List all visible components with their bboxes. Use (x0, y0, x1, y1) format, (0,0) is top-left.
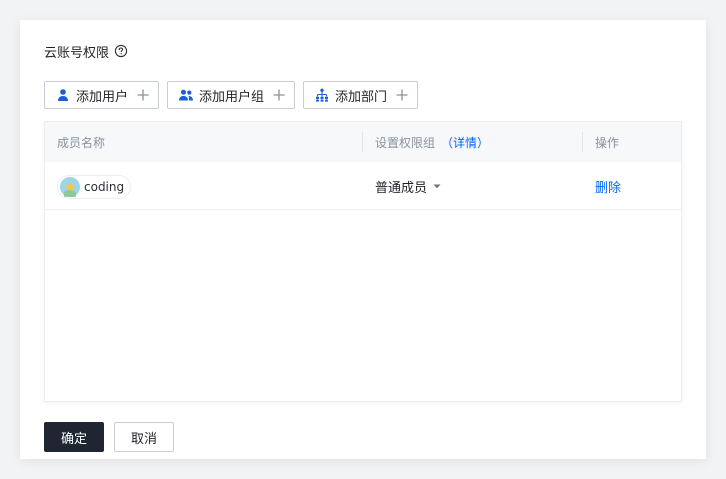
caret-down-icon (432, 181, 442, 191)
role-select[interactable]: 普通成员 (375, 176, 442, 196)
table-row: coding 普通成员 删除 (45, 162, 681, 210)
dialog-footer: 确定 取消 (44, 422, 175, 452)
table-header: 成员名称 设置权限组 （详情） 操作 (45, 122, 681, 162)
column-operation: 操作 (595, 135, 620, 150)
role-value: 普通成员 (375, 180, 428, 196)
avatar (60, 177, 80, 197)
column-divider (362, 132, 363, 152)
add-department-button[interactable]: 添加部门 (303, 81, 419, 109)
column-divider (582, 132, 583, 152)
plus-icon (395, 88, 409, 102)
confirm-button[interactable]: 确定 (44, 422, 105, 452)
question-circle-icon[interactable] (114, 44, 128, 58)
department-icon (314, 87, 330, 103)
add-user-group-label: 添加用户组 (199, 89, 265, 105)
plus-icon (136, 88, 150, 102)
member-chip: coding (57, 175, 132, 199)
member-table: 成员名称 设置权限组 （详情） 操作 coding 普通成员 删除 (44, 121, 682, 402)
plus-icon (272, 88, 286, 102)
member-name: coding (84, 180, 125, 194)
dialog-title: 云账号权限 (44, 45, 110, 61)
column-member-name: 成员名称 (57, 135, 106, 150)
delete-link[interactable]: 删除 (595, 177, 621, 196)
add-user-button[interactable]: 添加用户 (44, 81, 160, 109)
add-actions: 添加用户 添加用户组 添加部门 (44, 81, 419, 109)
add-user-group-button[interactable]: 添加用户组 (167, 81, 296, 109)
permission-dialog: 云账号权限 添加用户 添加用户组 添加部门 成员名称 设置权限组 （详情） 操作… (20, 20, 706, 459)
column-role-label: 设置权限组 (375, 135, 436, 150)
role-detail-link[interactable]: （详情） (441, 134, 489, 151)
user-icon (55, 87, 71, 103)
title-row: 云账号权限 (44, 41, 128, 61)
column-role: 设置权限组 （详情） (375, 122, 489, 162)
add-user-label: 添加用户 (76, 89, 129, 105)
cancel-button[interactable]: 取消 (114, 422, 175, 452)
user-group-icon (178, 87, 194, 103)
add-department-label: 添加部门 (335, 89, 388, 105)
